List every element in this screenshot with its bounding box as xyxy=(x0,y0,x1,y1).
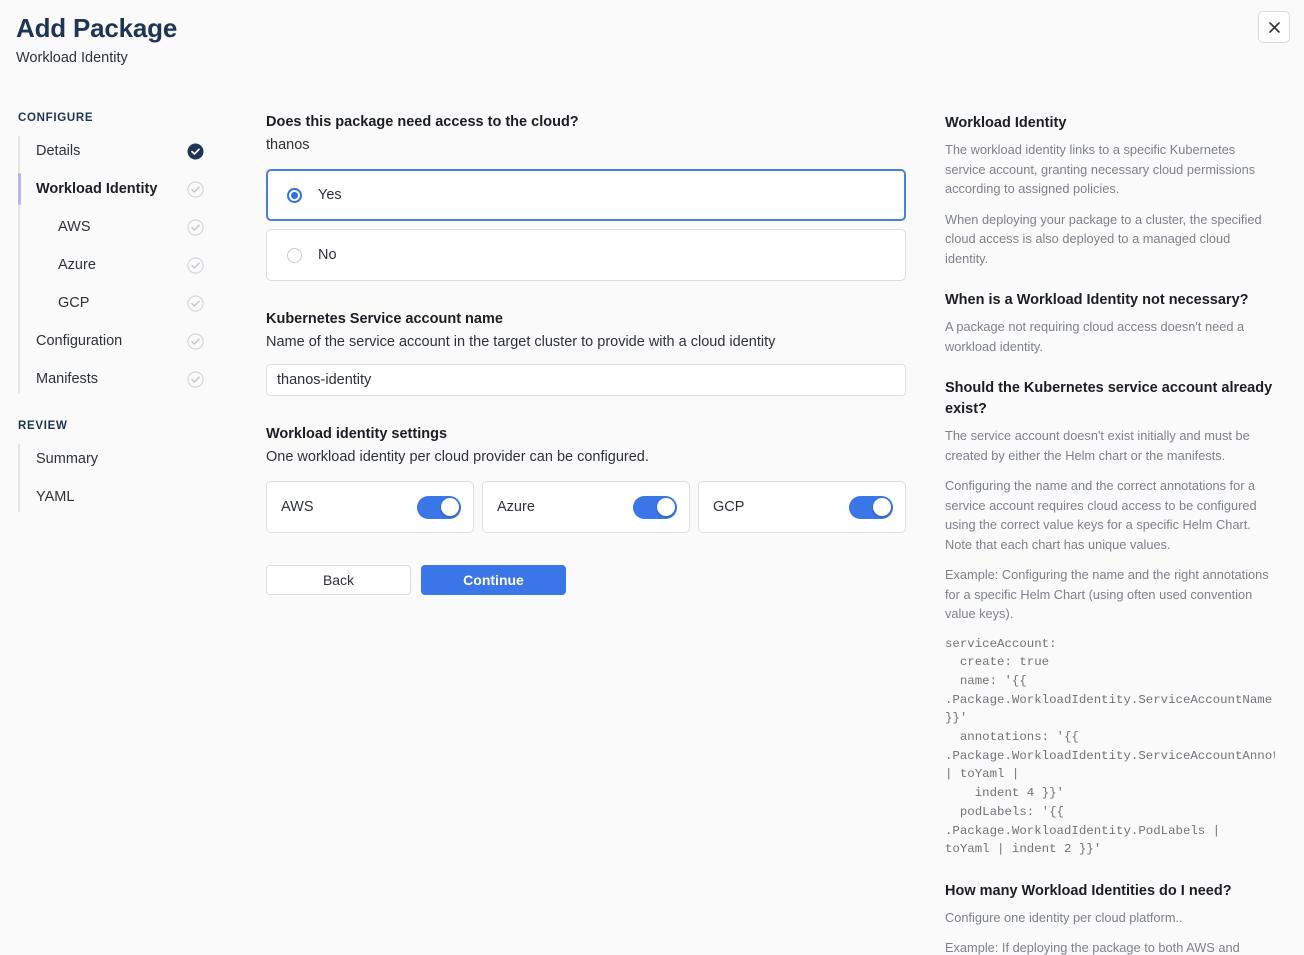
check-circle-outline-icon xyxy=(187,332,204,350)
provider-label: GCP xyxy=(713,499,745,515)
radio-option-label: Yes xyxy=(318,187,342,203)
toggle-gcp[interactable] xyxy=(849,495,893,519)
check-circle-outline-icon xyxy=(187,180,204,198)
sidebar-item-label: Details xyxy=(36,143,81,159)
help-q2-title: Should the Kubernetes service account al… xyxy=(945,380,1273,417)
workload-identity-settings-section: Workload identity settings One workload … xyxy=(266,424,906,533)
sidebar-item-configuration[interactable]: Configuration xyxy=(36,322,238,360)
dialog-header: Add Package Workload Identity xyxy=(16,12,177,67)
sidebar-item-label: Configuration xyxy=(36,333,123,349)
help-panel: Workload Identity The workload identity … xyxy=(945,113,1275,955)
service-account-input[interactable] xyxy=(266,364,906,396)
provider-card-gcp: GCP xyxy=(698,481,906,533)
active-indicator xyxy=(18,481,21,513)
sidebar-item-gcp[interactable]: GCP xyxy=(36,284,238,322)
toggle-knob xyxy=(440,498,459,516)
radio-unselected-icon xyxy=(287,247,302,263)
service-account-help: Name of the service account in the targe… xyxy=(266,334,776,350)
toggle-azure[interactable] xyxy=(633,495,677,519)
help-title: Workload Identity xyxy=(945,115,1067,131)
page-title: Add Package xyxy=(16,13,178,43)
active-indicator xyxy=(18,173,21,205)
help-code-block: serviceAccount: create: true name: '{{ .… xyxy=(945,636,1275,857)
sidebar-item-details[interactable]: Details xyxy=(36,132,238,170)
provider-toggle-row: AWS Azure GCP xyxy=(266,481,906,533)
provider-card-azure: Azure xyxy=(482,481,690,533)
check-circle-outline-icon xyxy=(187,370,204,388)
active-indicator xyxy=(18,211,21,243)
provider-card-aws: AWS xyxy=(266,481,474,533)
sidebar-item-label: Azure xyxy=(58,257,96,273)
help-q3-body-2: Example: If deploying the package to bot… xyxy=(945,940,1240,955)
help-q1-title: When is a Workload Identity not necessar… xyxy=(945,292,1249,308)
check-circle-outline-icon xyxy=(187,218,204,236)
wizard-sidebar: CONFIGURE Details Workload Identity AWS … xyxy=(18,112,238,538)
sidebar-item-label: GCP xyxy=(58,295,90,311)
form-actions: Back Continue xyxy=(266,565,906,595)
add-package-dialog: Add Package Workload Identity CONFIGURE … xyxy=(0,0,1304,955)
cloud-access-question: Does this package need access to the clo… xyxy=(266,114,579,130)
sidebar-group-configure: Details Workload Identity AWS Azure GCP … xyxy=(18,132,238,398)
help-intro-1: The workload identity links to a specifi… xyxy=(945,142,1256,196)
cloud-access-context: thanos xyxy=(266,137,310,153)
sidebar-item-summary[interactable]: Summary xyxy=(36,440,238,478)
sidebar-item-azure[interactable]: Azure xyxy=(36,246,238,284)
settings-help: One workload identity per cloud provider… xyxy=(266,449,649,465)
sidebar-item-yaml[interactable]: YAML xyxy=(36,478,238,516)
help-intro-2: When deploying your package to a cluster… xyxy=(945,211,1262,266)
back-button[interactable]: Back xyxy=(266,565,411,595)
active-indicator xyxy=(18,135,21,167)
service-account-label: Kubernetes Service account name xyxy=(266,311,503,327)
check-circle-outline-icon xyxy=(187,256,204,274)
radio-option-yes[interactable]: Yes xyxy=(266,169,906,221)
sidebar-item-label: YAML xyxy=(36,489,75,505)
help-q2-body-1: The service account doesn't exist initia… xyxy=(945,428,1250,463)
active-indicator xyxy=(18,325,21,357)
toggle-aws[interactable] xyxy=(417,495,461,519)
sidebar-group-title-review: REVIEW xyxy=(18,420,68,432)
sidebar-item-label: Summary xyxy=(36,451,99,467)
help-q3-title: How many Workload Identities do I need? xyxy=(945,882,1232,899)
check-circle-filled-icon xyxy=(187,143,204,160)
active-indicator xyxy=(18,363,21,395)
close-icon xyxy=(1268,21,1280,33)
radio-option-no[interactable]: No xyxy=(266,229,906,281)
sidebar-item-workload-identity[interactable]: Workload Identity xyxy=(18,170,238,208)
radio-selected-icon xyxy=(287,187,302,203)
continue-button[interactable]: Continue xyxy=(421,565,566,595)
radio-option-label: No xyxy=(318,247,337,263)
active-indicator xyxy=(18,287,21,319)
check-circle-outline-icon xyxy=(187,294,204,312)
provider-label: AWS xyxy=(281,499,314,515)
sidebar-item-label: Manifests xyxy=(36,371,99,387)
workload-identity-form: Does this package need access to the clo… xyxy=(266,112,906,595)
sidebar-group-title-configure: CONFIGURE xyxy=(18,112,94,124)
sidebar-item-aws[interactable]: AWS xyxy=(36,208,238,246)
toggle-knob xyxy=(656,498,675,516)
close-button[interactable] xyxy=(1258,11,1290,43)
page-subtitle: Workload Identity xyxy=(16,50,128,66)
sidebar-group-review: Summary YAML xyxy=(18,440,238,516)
toggle-knob xyxy=(872,498,891,516)
settings-label: Workload identity settings xyxy=(266,426,448,442)
help-q1-body: A package not requiring cloud access doe… xyxy=(945,319,1245,354)
provider-label: Azure xyxy=(497,499,535,515)
help-q3-body-1: Configure one identity per cloud platfor… xyxy=(945,909,1183,925)
sidebar-item-manifests[interactable]: Manifests xyxy=(36,360,238,398)
active-indicator xyxy=(18,443,21,475)
sidebar-item-label: Workload Identity xyxy=(36,181,158,197)
help-q2-body-3: Example: Configuring the name and the ri… xyxy=(945,567,1269,621)
service-account-section: Kubernetes Service account name Name of … xyxy=(266,309,906,396)
help-q2-body-2: Configuring the name and the correct ann… xyxy=(945,478,1257,552)
active-indicator xyxy=(18,249,21,281)
sidebar-item-label: AWS xyxy=(58,219,91,235)
